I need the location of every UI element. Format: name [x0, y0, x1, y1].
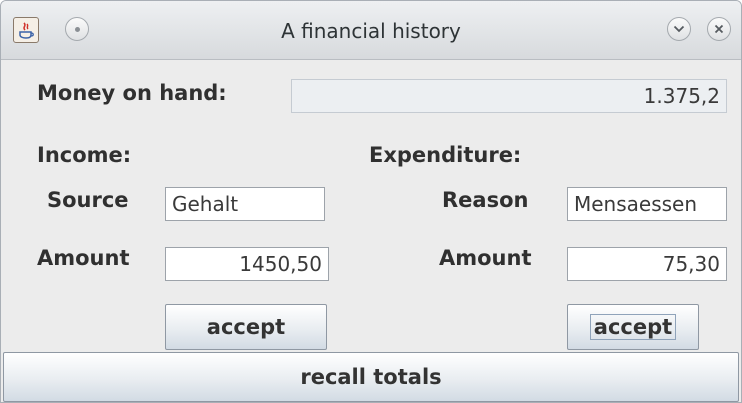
expenditure-amount-label: Amount — [439, 246, 532, 270]
window-title: A financial history — [281, 19, 461, 43]
expenditure-accept-button[interactable]: accept — [567, 304, 699, 350]
reason-label: Reason — [442, 188, 529, 212]
source-input[interactable] — [165, 187, 325, 221]
chevron-down-icon[interactable] — [667, 17, 691, 41]
close-icon[interactable] — [707, 17, 731, 41]
expenditure-heading: Expenditure: — [369, 143, 522, 167]
source-label: Source — [47, 188, 129, 212]
recall-totals-label: recall totals — [300, 365, 442, 389]
expenditure-amount-input[interactable] — [567, 247, 727, 281]
recall-totals-button[interactable]: recall totals — [3, 352, 739, 402]
income-accept-button[interactable]: accept — [165, 304, 327, 350]
expenditure-accept-label: accept — [589, 314, 677, 340]
money-on-hand-label: Money on hand: — [37, 81, 227, 105]
income-amount-input[interactable] — [165, 247, 329, 281]
app-window: A financial history Money on hand: Incom… — [0, 0, 742, 403]
reason-input[interactable] — [567, 187, 727, 221]
income-accept-label: accept — [206, 315, 286, 339]
income-heading: Income: — [37, 143, 132, 167]
income-amount-label: Amount — [37, 246, 130, 270]
money-on-hand-field[interactable] — [291, 79, 727, 113]
title-bar: A financial history — [1, 1, 741, 60]
